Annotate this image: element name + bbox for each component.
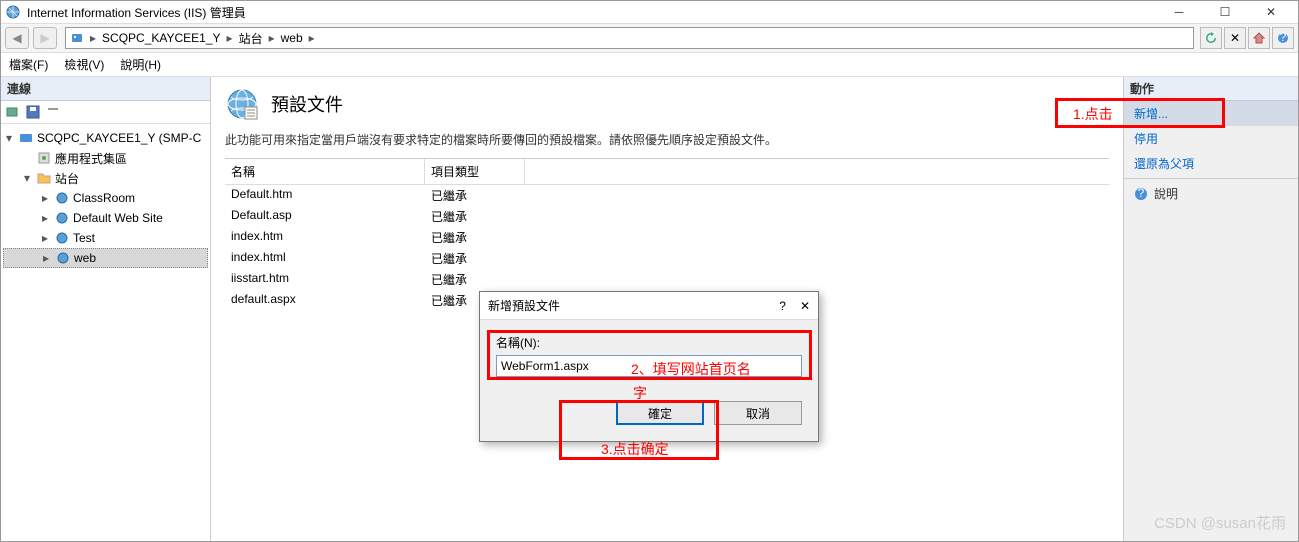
action-disable[interactable]: 停用 bbox=[1124, 126, 1298, 151]
ok-button[interactable]: 確定 bbox=[616, 401, 704, 425]
tree-label: 應用程式集區 bbox=[55, 150, 127, 167]
nav-bar: ◀ ▶ ▸ SCQPC_KAYCEE1_Y ▸ 站台 ▸ web ▸ ✕ ? bbox=[1, 23, 1298, 53]
chevron-icon: ▸ bbox=[309, 31, 315, 45]
menu-help[interactable]: 說明(H) bbox=[120, 56, 161, 73]
tree-site[interactable]: ▸ Default Web Site bbox=[3, 208, 208, 228]
delete-icon[interactable] bbox=[45, 104, 61, 120]
stop-button[interactable]: ✕ bbox=[1224, 27, 1246, 49]
list-item[interactable]: index.htm已繼承 bbox=[225, 227, 1109, 248]
tree-server[interactable]: ▾ SCQPC_KAYCEE1_Y (SMP-C bbox=[3, 128, 208, 148]
globe-icon bbox=[54, 210, 70, 226]
menu-bar: 檔案(F) 檢視(V) 說明(H) bbox=[1, 53, 1298, 77]
column-name[interactable]: 名稱 bbox=[225, 159, 425, 184]
svg-text:?: ? bbox=[1280, 32, 1287, 44]
list-item[interactable]: Default.htm已繼承 bbox=[225, 185, 1109, 206]
action-add[interactable]: 新增... bbox=[1124, 101, 1298, 126]
tree-label: web bbox=[74, 251, 96, 265]
tree-app-pools[interactable]: 應用程式集區 bbox=[3, 148, 208, 168]
tree-label: SCQPC_KAYCEE1_Y (SMP-C bbox=[37, 131, 201, 145]
close-button[interactable]: ✕ bbox=[1248, 2, 1294, 22]
name-label: 名稱(N): bbox=[496, 334, 802, 351]
list-item[interactable]: index.html已繼承 bbox=[225, 248, 1109, 269]
tree-site[interactable]: ▸ ClassRoom bbox=[3, 188, 208, 208]
tree-site-selected[interactable]: ▸ web bbox=[3, 248, 208, 268]
globe-icon bbox=[55, 250, 71, 266]
expand-icon[interactable]: ▸ bbox=[40, 251, 52, 265]
document-list: 名稱 項目類型 Default.htm已繼承 Default.asp已繼承 in… bbox=[225, 158, 1109, 311]
globe-icon bbox=[54, 230, 70, 246]
menu-view[interactable]: 檢視(V) bbox=[64, 56, 104, 73]
collapse-icon[interactable]: ▾ bbox=[21, 171, 33, 185]
tree-sites[interactable]: ▾ 站台 bbox=[3, 168, 208, 188]
column-type[interactable]: 項目類型 bbox=[425, 159, 525, 184]
actions-pane: 動作 新增... 停用 還原為父項 ? 說明 bbox=[1123, 77, 1298, 541]
breadcrumb-item[interactable]: web bbox=[281, 31, 303, 45]
tree-label: ClassRoom bbox=[73, 191, 135, 205]
list-item[interactable]: iisstart.htm已繼承 bbox=[225, 269, 1109, 290]
globe-icon bbox=[54, 190, 70, 206]
watermark: CSDN @susan花雨 bbox=[1154, 512, 1286, 533]
dialog-help-button[interactable]: ? bbox=[779, 299, 786, 313]
tree: ▾ SCQPC_KAYCEE1_Y (SMP-C 應用程式集區 ▾ 站台 ▸ Cl… bbox=[1, 124, 210, 272]
action-help[interactable]: ? 說明 bbox=[1124, 181, 1298, 206]
help-icon: ? bbox=[1134, 187, 1148, 201]
breadcrumb-item[interactable]: 站台 bbox=[239, 30, 263, 47]
tree-label: Default Web Site bbox=[73, 211, 163, 225]
maximize-button[interactable]: ☐ bbox=[1202, 2, 1248, 22]
dialog-close-button[interactable]: ✕ bbox=[800, 299, 810, 313]
chevron-icon: ▸ bbox=[269, 31, 275, 45]
connections-header: 連線 bbox=[1, 77, 210, 101]
tree-label: Test bbox=[73, 231, 95, 245]
minimize-button[interactable]: ─ bbox=[1156, 2, 1202, 22]
tree-site[interactable]: ▸ Test bbox=[3, 228, 208, 248]
chevron-icon: ▸ bbox=[90, 31, 96, 45]
expand-icon[interactable]: ▸ bbox=[39, 191, 51, 205]
tree-label: 站台 bbox=[55, 170, 79, 187]
expand-icon[interactable]: ▸ bbox=[39, 211, 51, 225]
home-button[interactable] bbox=[1248, 27, 1270, 49]
window-title: Internet Information Services (IIS) 管理員 bbox=[27, 4, 246, 21]
help-button[interactable]: ? bbox=[1272, 27, 1294, 49]
connect-icon[interactable] bbox=[5, 104, 21, 120]
page-description: 此功能可用來指定當用戶端沒有要求特定的檔案時所要傳回的預設檔案。請依照優先順序設… bbox=[225, 131, 1109, 148]
pool-icon bbox=[36, 150, 52, 166]
actions-header: 動作 bbox=[1124, 77, 1298, 101]
menu-file[interactable]: 檔案(F) bbox=[9, 56, 48, 73]
svg-text:?: ? bbox=[1138, 187, 1145, 200]
action-revert[interactable]: 還原為父項 bbox=[1124, 151, 1298, 176]
add-default-document-dialog: 新增預設文件 ? ✕ 名稱(N): 確定 取消 bbox=[479, 291, 819, 442]
cancel-button[interactable]: 取消 bbox=[714, 401, 802, 425]
page-icon bbox=[225, 87, 259, 121]
breadcrumb-root-icon bbox=[70, 31, 84, 45]
list-item[interactable]: Default.asp已繼承 bbox=[225, 206, 1109, 227]
refresh-button[interactable] bbox=[1200, 27, 1222, 49]
app-icon bbox=[5, 4, 21, 20]
expand-icon[interactable]: ▸ bbox=[39, 231, 51, 245]
collapse-icon[interactable]: ▾ bbox=[3, 131, 15, 145]
name-input[interactable] bbox=[496, 355, 802, 377]
forward-button[interactable]: ▶ bbox=[33, 27, 57, 49]
address-bar[interactable]: ▸ SCQPC_KAYCEE1_Y ▸ 站台 ▸ web ▸ bbox=[65, 27, 1194, 49]
save-icon[interactable] bbox=[25, 104, 41, 120]
title-bar: Internet Information Services (IIS) 管理員 … bbox=[1, 1, 1298, 23]
connections-pane: 連線 ▾ SCQPC_KAYCEE1_Y (SMP-C 應用程式集區 ▾ 站台 bbox=[1, 77, 211, 541]
dialog-title: 新增預設文件 bbox=[488, 297, 560, 314]
breadcrumb-item[interactable]: SCQPC_KAYCEE1_Y bbox=[102, 31, 221, 45]
chevron-icon: ▸ bbox=[227, 31, 233, 45]
page-title: 預設文件 bbox=[271, 91, 343, 117]
server-icon bbox=[18, 130, 34, 146]
back-button[interactable]: ◀ bbox=[5, 27, 29, 49]
folder-icon bbox=[36, 170, 52, 186]
